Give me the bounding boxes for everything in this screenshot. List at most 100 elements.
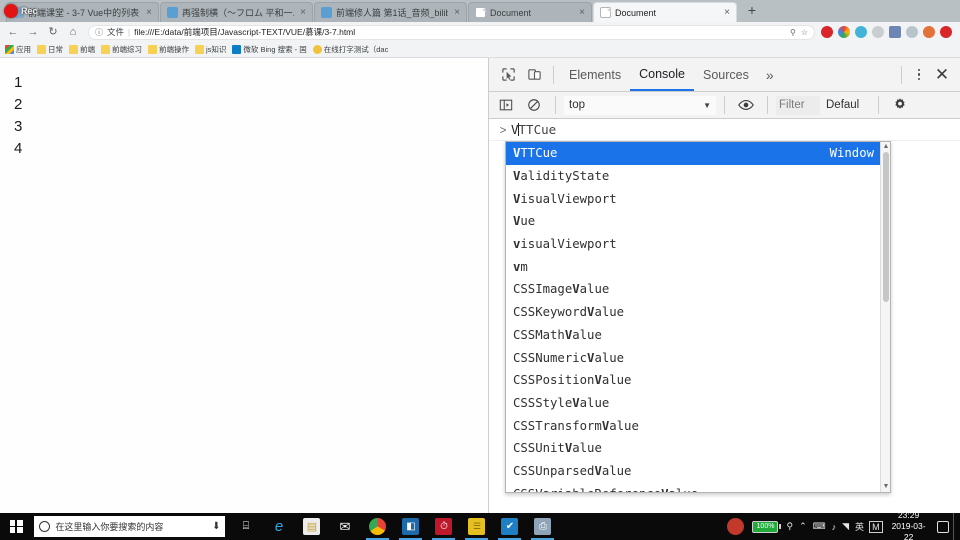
clear-console-icon[interactable] [521, 92, 547, 118]
taskbar-task-view-button[interactable]: ⌸ [229, 513, 262, 540]
autocomplete-item[interactable]: visualViewport [506, 233, 880, 256]
bookmark-star-icon[interactable]: ☆ [801, 28, 808, 37]
quote-extension-icon[interactable] [872, 26, 884, 38]
autocomplete-item[interactable]: vm [506, 255, 880, 278]
color-wheel-extension-icon[interactable] [838, 26, 850, 38]
forward-icon[interactable]: → [24, 23, 42, 41]
tab-console[interactable]: Console [630, 58, 694, 91]
bookmark-label: 前端 [80, 45, 95, 54]
device-toolbar-icon[interactable] [521, 62, 547, 88]
tab-elements[interactable]: Elements [560, 58, 630, 91]
autocomplete-item[interactable]: CSSImageValue [506, 278, 880, 301]
browser-tab-4-active[interactable]: Document × [593, 2, 737, 22]
autocomplete-item[interactable]: ValidityState [506, 165, 880, 188]
bookmark-bing[interactable]: 微软 Bing 搜索 - 国 [232, 44, 309, 55]
live-expression-eye-icon[interactable] [733, 92, 759, 118]
taskbar-notepad-button[interactable]: ☰ [460, 513, 493, 540]
home-icon[interactable]: ⌂ [64, 23, 82, 41]
taskbar-clock[interactable]: 23:29 2019-03-22 [887, 510, 931, 540]
close-icon[interactable]: × [452, 7, 462, 18]
close-icon[interactable]: × [298, 7, 308, 18]
notification-center-icon[interactable] [936, 520, 949, 533]
back-icon[interactable]: ← [4, 23, 22, 41]
address-bar[interactable]: ⓘ 文件 | file:///E:/data/前端项目/Javascript-T… [88, 24, 815, 40]
blue-circle-extension-icon[interactable] [855, 26, 867, 38]
autocomplete-scrollbar[interactable]: ▲ ▼ [880, 142, 890, 492]
scroll-up-icon[interactable]: ▲ [882, 143, 890, 151]
browser-tab-1[interactable]: 再强制横（〜フロム 平和一ル × [160, 2, 313, 22]
refresh-extension-icon[interactable] [906, 26, 918, 38]
divider [724, 96, 725, 114]
reload-icon[interactable]: ↻ [44, 23, 62, 41]
scroll-down-icon[interactable]: ▼ [882, 483, 890, 491]
network-icon[interactable]: ◥ [841, 521, 850, 532]
close-icon[interactable]: × [144, 7, 154, 18]
taskbar-store-button[interactable]: ▤ [295, 513, 328, 540]
show-desktop-button[interactable] [952, 513, 956, 540]
taskbar-mail-button[interactable]: ✉ [328, 513, 361, 540]
settings-gear-icon[interactable] [887, 92, 913, 118]
windows-start-button[interactable] [0, 513, 32, 540]
autocomplete-item[interactable]: CSSTransformValue [506, 414, 880, 437]
taskbar-recorder-button[interactable] [719, 513, 752, 540]
close-icon[interactable]: × [722, 7, 732, 18]
microphone-icon[interactable]: ⬇ [212, 521, 220, 532]
autocomplete-item[interactable]: CSSVariableReferenceValue [506, 482, 880, 492]
bookmark-folder-frontend-practice[interactable]: 前端综习 [101, 44, 145, 55]
red-circle-extension-icon[interactable] [940, 26, 952, 38]
vimium-extension-icon[interactable] [889, 26, 901, 38]
opera-extension-icon[interactable] [821, 26, 833, 38]
autocomplete-popup[interactable]: VTTCue Window ValidityState VisualViewpo… [505, 141, 891, 493]
keyboard-icon[interactable]: ⌨ [812, 521, 827, 532]
autocomplete-item[interactable]: CSSPositionValue [506, 369, 880, 392]
inspect-element-icon[interactable] [495, 62, 521, 88]
autocomplete-item[interactable]: VisualViewport [506, 187, 880, 210]
tab-sources[interactable]: Sources [694, 58, 758, 91]
autocomplete-item[interactable]: CSSUnitValue [506, 437, 880, 460]
bookmark-typing-test[interactable]: 在线打字测试（dac [312, 44, 392, 55]
scrollbar-thumb[interactable] [882, 152, 889, 302]
close-icon[interactable]: × [577, 7, 587, 18]
bookmark-folder-js[interactable]: js知识 [195, 44, 229, 55]
bookmark-folder-daily[interactable]: 日常 [37, 44, 66, 55]
console-filter-input[interactable]: Filter [776, 95, 820, 115]
bluetooth-icon[interactable]: ⚲ [785, 521, 794, 532]
log-level-select[interactable]: Defaul [822, 99, 870, 111]
close-icon[interactable]: ✕ [930, 66, 954, 83]
zoom-icon[interactable]: ⚲ [790, 28, 796, 37]
palette-extension-icon[interactable] [923, 26, 935, 38]
scheme-label: 文件 [107, 27, 125, 37]
autocomplete-item[interactable]: CSSKeywordValue [506, 301, 880, 324]
autocomplete-item-selected[interactable]: VTTCue Window [506, 142, 880, 165]
bookmark-folder-frontend[interactable]: 前端 [69, 44, 98, 55]
autocomplete-item[interactable]: CSSNumericValue [506, 346, 880, 369]
console-prompt-row[interactable]: > VTTCue [489, 119, 960, 141]
console-sidebar-icon[interactable] [493, 92, 519, 118]
taskbar-vscode-button[interactable]: ◧ [394, 513, 427, 540]
autocomplete-item[interactable]: CSSUnparsedValue [506, 460, 880, 483]
browser-tab-2[interactable]: 前端修人篇 第1话_音频_bilib × [314, 2, 467, 22]
taskbar-todo-button[interactable]: ✔ [493, 513, 526, 540]
volume-icon[interactable]: ♪ [831, 522, 838, 532]
execution-context-select[interactable]: top ▼ [564, 95, 716, 115]
taskbar-clock-app-button[interactable]: ⏱ [427, 513, 460, 540]
taskbar-edge-button[interactable]: e [262, 513, 295, 540]
page-info-icon[interactable]: ⓘ [95, 27, 103, 38]
browser-tab-strip: 前端课堂 - 3-7 Vue中的列表渲染 × 再强制横（〜フロム 平和一ル × … [0, 0, 960, 22]
more-tabs-icon[interactable]: » [758, 67, 782, 83]
autocomplete-item[interactable]: Vue [506, 210, 880, 233]
autocomplete-item[interactable]: CSSStyleValue [506, 392, 880, 415]
ime-language-label[interactable]: 英 [854, 520, 865, 533]
battery-indicator[interactable]: 100% [752, 520, 782, 533]
taskbar-printer-button[interactable]: ⎙ [526, 513, 559, 540]
autocomplete-item[interactable]: CSSMathValue [506, 324, 880, 347]
browser-tab-3[interactable]: Document × [468, 2, 592, 22]
ime-mode-label[interactable]: M [869, 520, 883, 533]
bookmark-apps[interactable]: 应用 [5, 44, 34, 55]
new-tab-button[interactable]: + [742, 1, 762, 21]
taskbar-chrome-button[interactable] [361, 513, 394, 540]
kebab-menu-icon[interactable] [908, 68, 930, 81]
show-hidden-icons-icon[interactable]: ⌃ [798, 521, 808, 532]
taskbar-search-input[interactable]: 在这里输入你要搜索的内容 ⬇ [34, 516, 226, 537]
bookmark-folder-frontend-ops[interactable]: 前端操作 [148, 44, 192, 55]
